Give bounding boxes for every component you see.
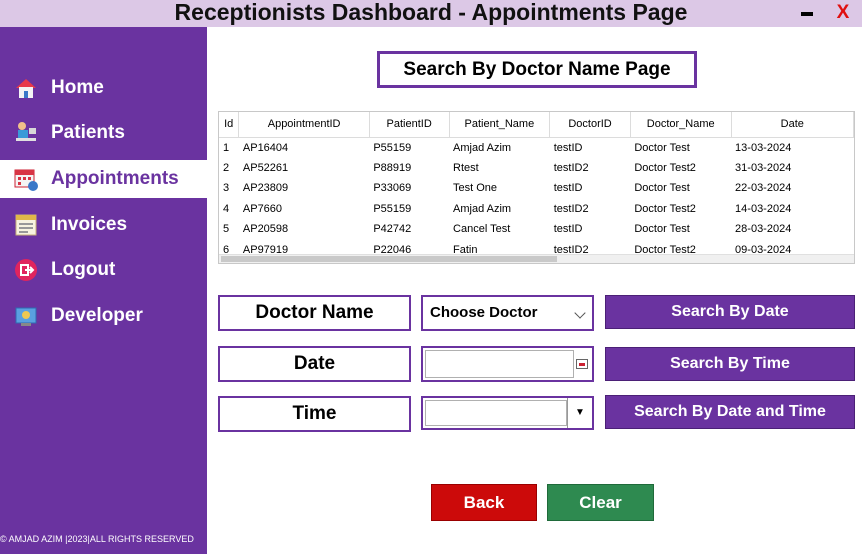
developer-icon [13, 303, 39, 329]
table-cell: Cancel Test [453, 223, 511, 236]
table-cell: testID2 [553, 161, 589, 174]
horizontal-scrollbar[interactable] [219, 254, 854, 263]
table-cell: P55159 [373, 202, 412, 215]
sidebar-item-invoices[interactable]: Invoices [0, 206, 207, 244]
scrollbar-thumb[interactable] [221, 256, 557, 262]
appointments-table[interactable]: Id AppointmentID PatientID Patient_Name … [218, 111, 855, 264]
table-cell: P55159 [373, 141, 412, 154]
sidebar-item-label: Invoices [51, 214, 128, 235]
table-cell: testID [553, 223, 583, 236]
dropdown-arrow-icon[interactable]: ▼ [567, 398, 592, 428]
table-cell: 3 [223, 182, 230, 195]
table-cell: Amjad Azim [453, 202, 512, 215]
table-cell: Doctor Test2 [634, 202, 696, 215]
table-header-row: Id AppointmentID PatientID Patient_Name … [219, 112, 854, 138]
doctor-name-label: Doctor Name [218, 295, 411, 331]
table-row[interactable]: 3 AP23809 P33069 Test One testID Doctor … [219, 178, 854, 199]
table-cell: 22-03-2024 [735, 182, 792, 195]
table-cell: AP7660 [242, 202, 283, 215]
date-input[interactable] [425, 350, 574, 378]
table-row[interactable]: 5 AP20598 P42742 Cancel Test testID Doct… [219, 219, 854, 240]
table-row[interactable]: 4 AP7660 P55159 Amjad Azim testID2 Docto… [219, 199, 854, 220]
table-cell: Doctor Test [634, 182, 690, 195]
table-cell: AP20598 [242, 223, 289, 236]
chevron-down-icon [574, 307, 586, 319]
sidebar-item-label: Developer [51, 305, 143, 326]
column-header-doctor-id[interactable]: DoctorID [549, 112, 631, 138]
sidebar-item-logout[interactable]: Logout [0, 251, 207, 289]
page-title: Search By Doctor Name Page [377, 51, 697, 88]
clear-button[interactable]: Clear [547, 484, 654, 521]
table-cell: testID2 [553, 202, 589, 215]
invoice-icon [13, 212, 39, 238]
table-row[interactable]: 2 AP52261 P88919 Rtest testID2 Doctor Te… [219, 158, 854, 179]
table-cell: testID [553, 182, 583, 195]
table-cell: P42742 [373, 223, 412, 236]
table-cell: 28-03-2024 [735, 223, 792, 236]
date-picker[interactable] [421, 346, 594, 382]
calendar-icon[interactable] [576, 359, 588, 369]
table-cell: 4 [223, 202, 230, 215]
table-cell: Amjad Azim [453, 141, 512, 154]
logout-icon [13, 257, 39, 283]
window-title: Receptionists Dashboard - Appointments P… [174, 0, 688, 25]
sidebar-item-developer[interactable]: Developer [0, 297, 207, 335]
table-cell: 31-03-2024 [735, 161, 792, 174]
time-select[interactable]: ▼ [421, 396, 594, 430]
table-cell: P88919 [373, 161, 412, 174]
column-header-doctor-name[interactable]: Doctor_Name [630, 112, 732, 138]
table-cell: AP52261 [242, 161, 289, 174]
sidebar-item-label: Home [51, 77, 104, 98]
table-cell: AP16404 [242, 141, 289, 154]
sidebar-item-label: Logout [51, 259, 116, 280]
close-button[interactable]: X [833, 0, 853, 25]
table-cell: 14-03-2024 [735, 202, 792, 215]
column-header-appointment-id[interactable]: AppointmentID [238, 112, 370, 138]
column-header-id[interactable]: Id [219, 112, 240, 138]
column-header-patient-id[interactable]: PatientID [369, 112, 450, 138]
column-header-date[interactable]: Date [731, 112, 854, 138]
column-header-patient-name[interactable]: Patient_Name [449, 112, 551, 138]
date-label: Date [218, 346, 411, 382]
sidebar-item-home[interactable]: Home [0, 69, 207, 107]
sidebar: Home Patients Appointments Invoices Logo… [0, 27, 207, 554]
table-cell: 2 [223, 161, 230, 174]
home-icon [13, 75, 39, 101]
search-by-time-button[interactable]: Search By Time [605, 347, 855, 381]
patients-icon [13, 120, 39, 146]
table-cell: 1 [223, 141, 230, 154]
search-by-date-button[interactable]: Search By Date [605, 295, 855, 329]
table-cell: 13-03-2024 [735, 141, 792, 154]
table-cell: Doctor Test [634, 223, 690, 236]
search-by-date-time-button[interactable]: Search By Date and Time [605, 395, 855, 429]
copyright-text: © AMJAD AZIM |2023|ALL RIGHTS RESERVED [0, 534, 194, 544]
sidebar-item-appointments[interactable]: Appointments [0, 160, 207, 198]
table-cell: Doctor Test [634, 141, 690, 154]
time-label: Time [218, 396, 411, 432]
doctor-select[interactable]: Choose Doctor [421, 295, 594, 331]
title-bar: Receptionists Dashboard - Appointments P… [0, 0, 862, 27]
table-cell: Test One [453, 182, 498, 195]
doctor-select-value: Choose Doctor [430, 304, 538, 321]
table-cell: Rtest [453, 161, 479, 174]
back-button[interactable]: Back [431, 484, 537, 521]
sidebar-item-patients[interactable]: Patients [0, 114, 207, 152]
table-cell: AP23809 [242, 182, 289, 195]
time-input[interactable] [425, 400, 567, 426]
table-cell: testID [553, 141, 583, 154]
table-row[interactable]: 1 AP16404 P55159 Amjad Azim testID Docto… [219, 137, 854, 158]
table-cell: Doctor Test2 [634, 161, 696, 174]
sidebar-item-label: Patients [51, 122, 125, 143]
minimize-button[interactable] [801, 12, 813, 16]
calendar-icon [13, 166, 39, 192]
table-cell: 5 [223, 223, 230, 236]
table-cell: P33069 [373, 182, 412, 195]
sidebar-item-label: Appointments [51, 168, 179, 189]
